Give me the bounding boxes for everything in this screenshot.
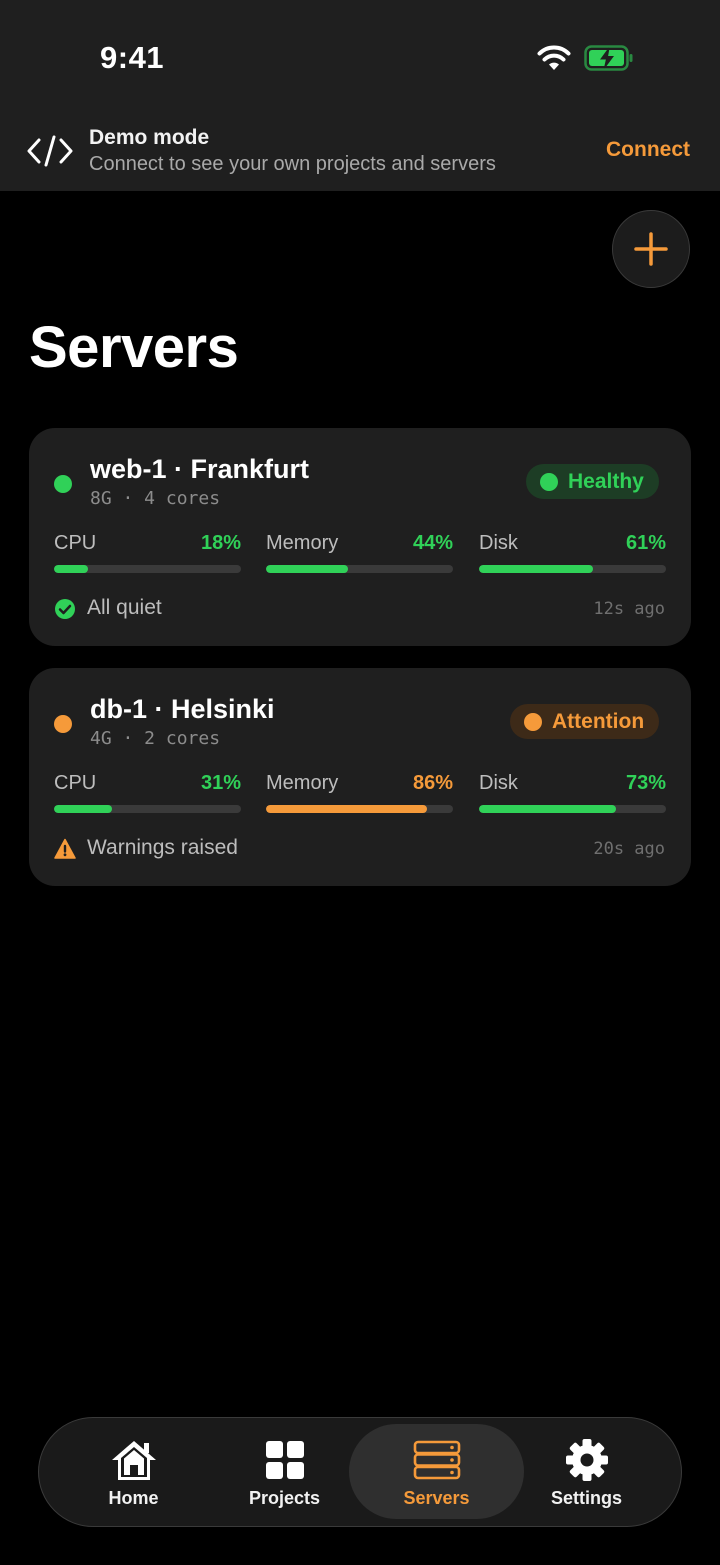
tab-settings[interactable]: Settings: [499, 1418, 674, 1525]
metric-value: 73%: [625, 772, 666, 794]
status-dot: [54, 475, 72, 493]
demo-mode-subtitle: Connect to see your own projects and ser…: [89, 153, 496, 175]
metric-bar: [54, 565, 241, 573]
plus-icon: [634, 232, 668, 266]
last-updated: 12s ago: [593, 599, 665, 619]
check-circle-icon: [55, 599, 75, 619]
warning-triangle-icon: [54, 838, 76, 859]
wifi-icon: [537, 45, 571, 70]
tab-servers[interactable]: Servers: [349, 1424, 524, 1519]
page-title: Servers: [29, 315, 239, 380]
metric-label: Disk: [479, 532, 518, 554]
last-updated: 20s ago: [593, 839, 665, 859]
status-badge-dot: [540, 472, 558, 491]
server-card-db-1[interactable]: db-1 · Helsinki 4G · 2 cores Attention C…: [29, 668, 691, 886]
gear-icon: [565, 1439, 608, 1481]
status-time: 9:41: [100, 40, 165, 75]
top-bar: 9:41 Demo mode Connect to see your own p…: [0, 0, 720, 191]
metric-value: 61%: [625, 532, 666, 554]
metric-bar-fill: [479, 805, 616, 813]
server-card-web-1[interactable]: web-1 · Frankfurt 8G · 4 cores Healthy C…: [29, 428, 691, 646]
status-badge-label: Attention: [552, 709, 645, 733]
metric-value: 31%: [200, 772, 241, 794]
metric-label: CPU: [54, 772, 97, 794]
tab-bar: Home Projects Servers Settings: [38, 1417, 682, 1527]
add-server-button[interactable]: [612, 210, 690, 288]
metric-label: Disk: [479, 772, 518, 794]
metric-bar-fill: [54, 565, 88, 573]
server-name: web-1 · Frankfurt: [90, 454, 310, 484]
server-footer-text: Warnings raised: [87, 836, 238, 859]
metric-label: Memory: [266, 772, 339, 794]
server-icon: [413, 1440, 460, 1480]
server-footer-text: All quiet: [87, 596, 162, 619]
connect-button[interactable]: Connect: [606, 138, 690, 162]
status-badge: Attention: [510, 704, 660, 739]
metric-label: CPU: [54, 532, 97, 554]
metric-bar-fill: [54, 805, 112, 813]
status-badge-dot: [524, 712, 542, 731]
server-spec: 4G · 2 cores: [90, 728, 221, 749]
server-spec: 8G · 4 cores: [90, 488, 221, 509]
grid-icon: [265, 1441, 304, 1479]
status-badge-label: Healthy: [568, 469, 644, 493]
tab-label: Home: [108, 1488, 159, 1508]
metric-label: Memory: [266, 532, 339, 554]
metric-bar: [479, 565, 666, 573]
metric-bar: [266, 805, 453, 813]
metric-value: 44%: [412, 532, 453, 554]
metric-value: 86%: [412, 772, 453, 794]
tab-home[interactable]: Home: [46, 1418, 221, 1525]
tab-label: Settings: [550, 1488, 622, 1508]
code-icon: [27, 135, 73, 167]
server-name: db-1 · Helsinki: [90, 694, 275, 724]
tab-projects[interactable]: Projects: [197, 1418, 372, 1525]
tab-label: Servers: [403, 1488, 470, 1508]
status-badge: Healthy: [526, 464, 659, 499]
home-icon: [111, 1441, 156, 1480]
metric-bar: [54, 805, 241, 813]
status-dot: [54, 715, 72, 733]
metric-bar-fill: [266, 805, 427, 813]
battery-icon: [584, 45, 633, 71]
metric-bar-fill: [479, 565, 594, 573]
metric-bar-fill: [266, 565, 349, 573]
metric-bar: [266, 565, 453, 573]
tab-label: Projects: [248, 1488, 321, 1508]
demo-mode-title: Demo mode: [89, 126, 210, 149]
metric-bar: [479, 805, 666, 813]
metric-value: 18%: [200, 532, 241, 554]
